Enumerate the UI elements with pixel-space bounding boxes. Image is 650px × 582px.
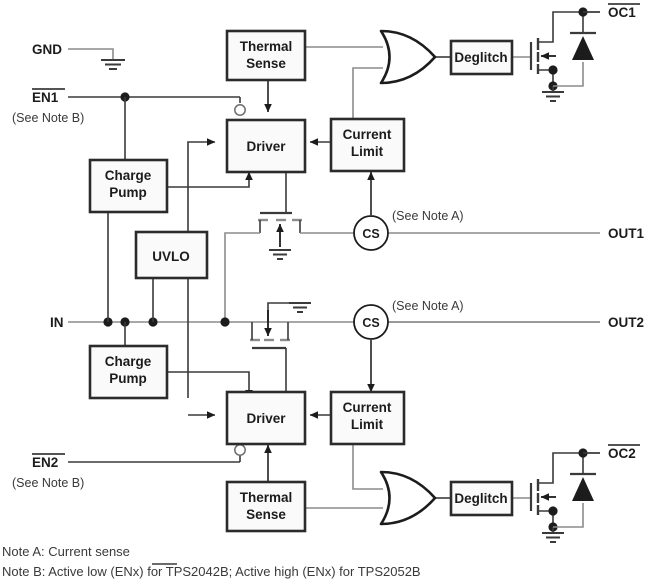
block-charge-pump-1: Charge Pump xyxy=(88,158,169,214)
pin-label-oc1-group: OC1 xyxy=(608,3,640,20)
block-thermal-sense-2: Thermal Sense xyxy=(225,480,307,533)
thermal-sense-1-line1: Thermal xyxy=(240,39,293,54)
cs-1: CS xyxy=(353,215,389,251)
or-gate-2 xyxy=(379,470,437,526)
block-deglitch-1: Deglitch xyxy=(449,39,514,76)
pin-label-en2-group: EN2 (See Note B) xyxy=(12,453,84,490)
thermal-sense-2-line1: Thermal xyxy=(240,490,293,505)
pin-label-gnd: GND xyxy=(32,42,62,57)
deglitch-2-label: Deglitch xyxy=(454,491,507,506)
current-limit-2-line2: Limit xyxy=(351,417,384,432)
pin-label-en2: EN2 xyxy=(32,455,58,470)
charge-pump-1-line1: Charge xyxy=(105,168,152,183)
en1-net xyxy=(68,92,246,160)
block-current-limit-1: Current Limit xyxy=(329,117,406,173)
cs2-note-ref: (See Note A) xyxy=(392,299,464,313)
wire-cl2-or2 xyxy=(352,438,383,490)
wire-cp1-driver1 xyxy=(167,171,253,188)
pin-label-out1: OUT1 xyxy=(608,226,644,241)
circuit-diagram-svg: CS CS Thermal Sense Driver Current Limit… xyxy=(2,3,644,579)
or-gate-1 xyxy=(379,29,437,85)
deglitch-1-label: Deglitch xyxy=(454,50,507,65)
block-current-limit-2: Current Limit xyxy=(329,390,406,446)
cs-2: CS xyxy=(353,304,389,340)
pin-label-oc2: OC2 xyxy=(608,446,636,461)
cs1-label: CS xyxy=(362,227,379,241)
pin-label-oc1: OC1 xyxy=(608,5,636,20)
pin-label-oc2-group: OC2 xyxy=(608,444,640,461)
pin-label-en1-group: EN1 (See Note B) xyxy=(12,88,84,125)
current-limit-2-line1: Current xyxy=(343,400,392,415)
pin-label-in: IN xyxy=(50,315,64,330)
block-uvlo: UVLO xyxy=(134,230,209,280)
driver-2-label: Driver xyxy=(246,411,286,426)
block-charge-pump-2: Charge Pump xyxy=(88,344,169,400)
oc2-output-stage xyxy=(512,448,600,543)
en2-net xyxy=(68,444,246,463)
block-driver-1: Driver xyxy=(225,118,307,174)
uvlo-label: UVLO xyxy=(152,249,190,264)
current-limit-1-line1: Current xyxy=(343,127,392,142)
block-deglitch-2: Deglitch xyxy=(449,480,514,517)
charge-pump-2-line2: Pump xyxy=(109,371,147,386)
power-fet-1 xyxy=(224,172,356,322)
note-b-text: Note B: Active low (ENx) for TPS2042B; A… xyxy=(2,564,421,579)
charge-pump-2-line1: Charge xyxy=(105,354,152,369)
note-a-text: Note A: Current sense xyxy=(2,544,130,559)
pin-label-out2: OUT2 xyxy=(608,315,644,330)
thermal-sense-1-line2: Sense xyxy=(246,56,286,71)
cs2-label: CS xyxy=(362,316,379,330)
power-fet-2 xyxy=(250,302,311,398)
pin-label-en1: EN1 xyxy=(32,90,59,105)
oc1-output-stage xyxy=(512,7,600,102)
block-thermal-sense-1: Thermal Sense xyxy=(225,29,307,82)
block-driver-2: Driver xyxy=(225,390,307,446)
en1-note-ref: (See Note B) xyxy=(12,111,84,125)
thermal-sense-2-line2: Sense xyxy=(246,507,286,522)
gnd-net xyxy=(68,48,125,70)
note-b-group: Note B: Active low (ENx) for TPS2042B; A… xyxy=(2,563,421,579)
cs1-note-ref: (See Note A) xyxy=(392,209,464,223)
charge-pump-1-line2: Pump xyxy=(109,185,147,200)
wire-cl1-or1 xyxy=(352,67,383,119)
driver-1-label: Driver xyxy=(246,139,286,154)
block-diagram-canvas: CS CS Thermal Sense Driver Current Limit… xyxy=(0,0,650,582)
en2-note-ref: (See Note B) xyxy=(12,476,84,490)
current-limit-1-line2: Limit xyxy=(351,144,384,159)
